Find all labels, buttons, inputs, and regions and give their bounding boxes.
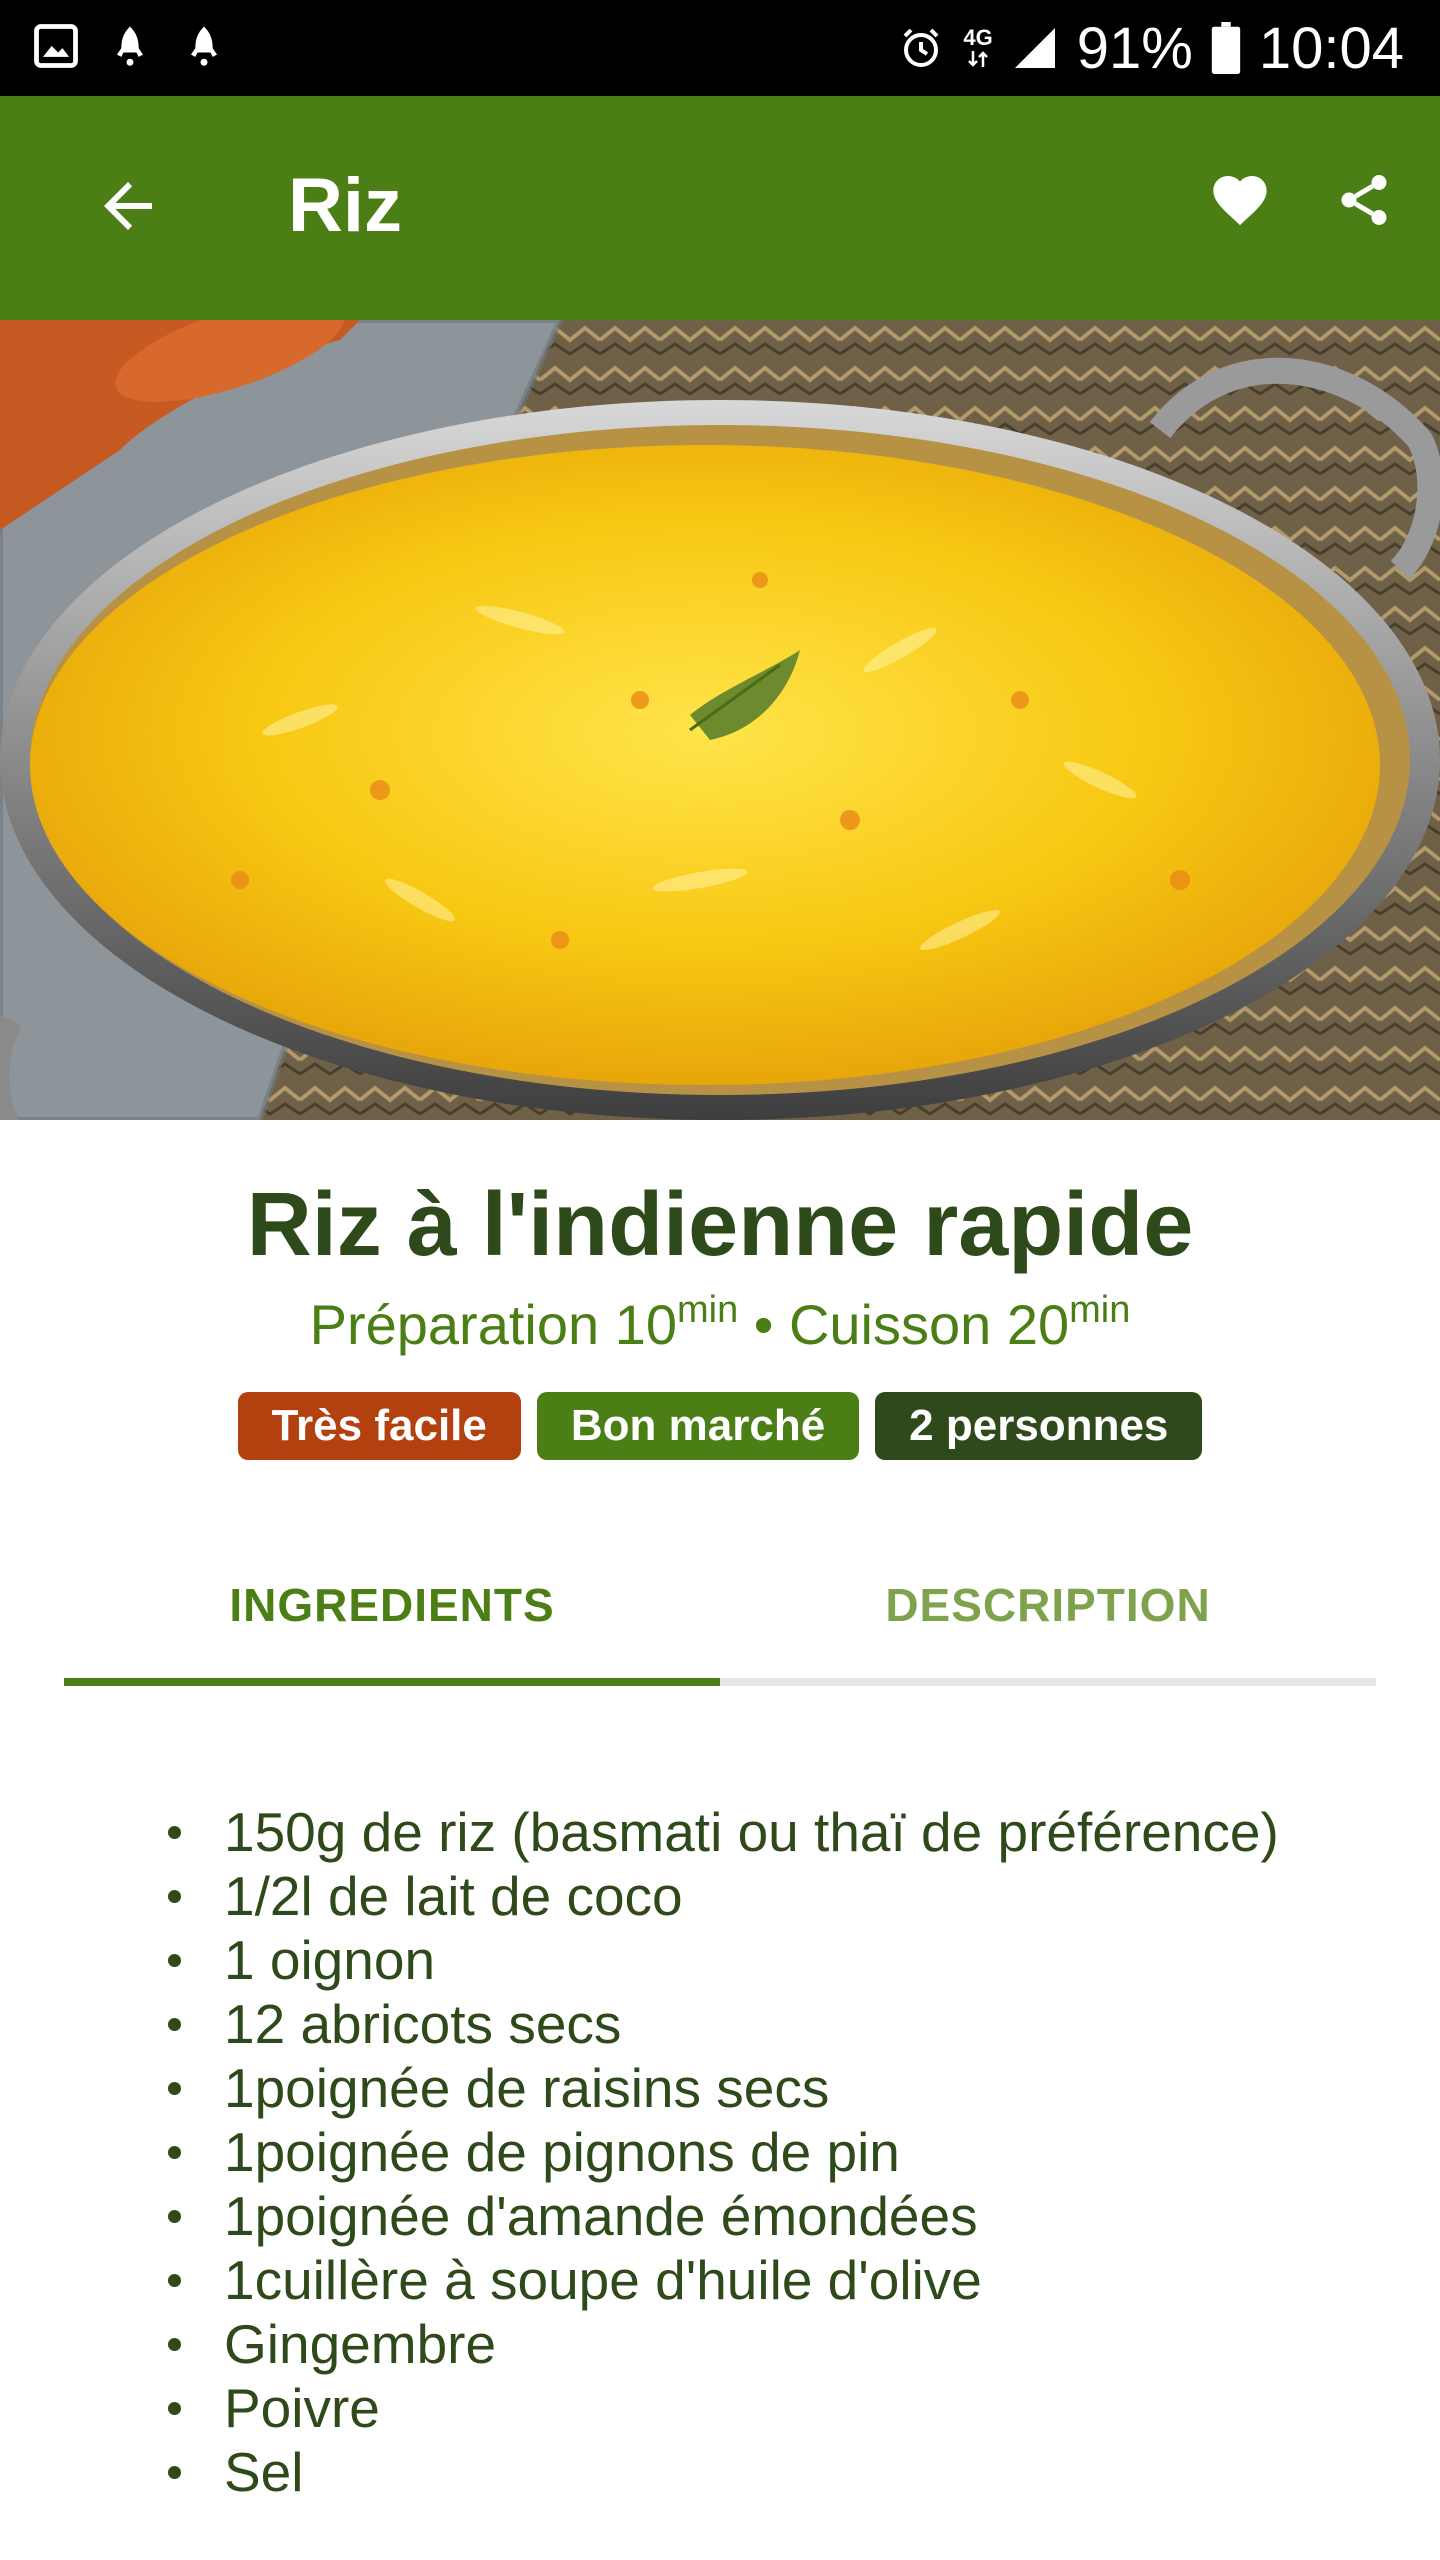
ingredients-list: 150g de riz (basmati ou thaï de préféren… [0,1800,1440,2504]
prep-unit: min [677,1289,739,1331]
ingredient-item: Gingembre [168,2312,1440,2376]
signal-icon [1011,24,1059,72]
ingredient-item: Poivre [168,2376,1440,2440]
arrow-left-icon [92,170,164,247]
ingredient-item: 1poignée d'amande émondées [168,2184,1440,2248]
back-button[interactable] [82,162,174,254]
recipe-title: Riz à l'indienne rapide [246,1175,1194,1275]
app-bar: Riz [0,96,1440,320]
difficulty-badge: Très facile [237,1392,521,1460]
alarm-icon [897,24,945,72]
ingredient-item: 12 abricots secs [168,1992,1440,2056]
share-icon [1334,170,1394,235]
ingredient-item: 1cuillère à soupe d'huile d'olive [168,2248,1440,2312]
recipe-badges: Très facile Bon marché 2 personnes [0,1392,1440,1460]
ingredient-item: 150g de riz (basmati ou thaï de préféren… [168,1800,1440,1864]
share-button[interactable] [1324,162,1404,242]
meta-separator: • [738,1293,789,1356]
status-bar: 4G 91% 10:04 [0,0,1440,96]
tab-description[interactable]: DESCRIPTION [720,1530,1376,1680]
status-system: 4G 91% 10:04 [897,0,1404,96]
gallery-icon [30,20,82,77]
app-bar-title: Riz [288,163,402,248]
battery-icon [1211,22,1241,74]
battery-percent: 91% [1076,15,1193,81]
notification-icon [104,20,156,77]
notification-icon [178,20,230,77]
cook-time: Cuisson 20 [788,1293,1070,1356]
ingredient-item: Sel [168,2440,1440,2504]
servings-badge: 2 personnes [875,1392,1203,1460]
cook-unit: min [1069,1289,1131,1331]
network-type: 4G [963,25,993,50]
recipe-times: Préparation 10min • Cuisson 20min [0,1290,1440,1360]
recipe-tabs: INGREDIENTS DESCRIPTION [64,1530,1376,1690]
recipe-photo [0,320,1440,1120]
ingredient-item: 1 oignon [168,1928,1440,1992]
heart-icon [1208,168,1272,237]
prep-time: Préparation 10 [309,1293,677,1356]
status-notifications [30,20,230,77]
clock: 10:04 [1258,15,1404,81]
ingredient-item: 1/2l de lait de coco [168,1864,1440,1928]
tab-indicator [64,1678,720,1686]
ingredient-item: 1poignée de pignons de pin [168,2120,1440,2184]
favorite-button[interactable] [1200,162,1280,242]
cost-badge: Bon marché [536,1392,860,1460]
data-icon: 4G [963,25,993,69]
tab-ingredients[interactable]: INGREDIENTS [64,1530,720,1680]
ingredient-item: 1poignée de raisins secs [168,2056,1440,2120]
